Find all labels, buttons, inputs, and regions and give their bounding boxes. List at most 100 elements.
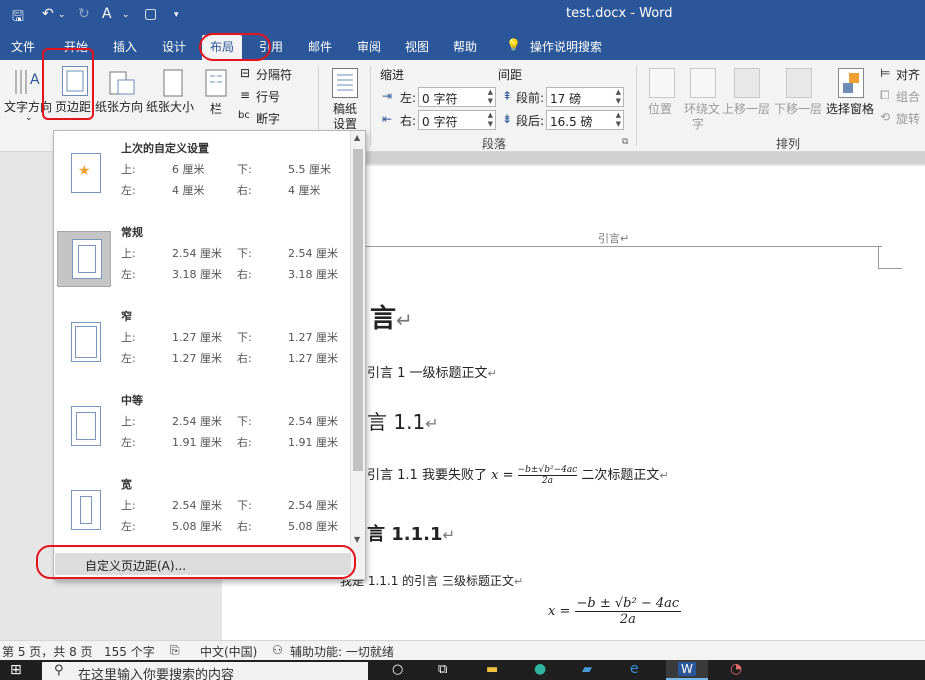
margin-thumbnail-icon bbox=[72, 239, 102, 279]
indent-right-input[interactable]: 0 字符 ▲ ▼ bbox=[418, 110, 496, 130]
ribbon-tabs: 文件 开始 插入 设计 布局 引用 邮件 审阅 视图 帮助 💡 操作说明搜索 bbox=[0, 30, 925, 63]
preset-left-value: 4 厘米 bbox=[172, 184, 205, 197]
annotation-circle-custom-margins bbox=[36, 545, 356, 579]
selection-pane-button[interactable]: 选择窗格 bbox=[826, 100, 874, 117]
cortana-icon[interactable]: ○ bbox=[392, 662, 403, 677]
align-button[interactable]: 对齐 bbox=[896, 66, 920, 83]
spacing-before-input[interactable]: 17 磅 ▲ ▼ bbox=[546, 87, 624, 107]
window-title: test.docx - Word bbox=[566, 6, 673, 21]
spin-arrows-icon[interactable]: ▲ ▼ bbox=[616, 111, 621, 129]
rotate-icon: ⟲ bbox=[880, 110, 891, 124]
edge-icon[interactable]: ● bbox=[534, 661, 546, 677]
preset-name: 上次的自定义设置 bbox=[121, 142, 209, 155]
orientation-icon bbox=[108, 68, 135, 98]
display-formula-eq: = bbox=[559, 604, 571, 619]
file-explorer-icon[interactable]: ▬ bbox=[486, 662, 498, 677]
dropdown-scrollbar[interactable]: ▲ ▼ bbox=[350, 131, 365, 579]
wrap-text-label-line2: 字 bbox=[692, 117, 705, 131]
margin-thumbnail-star-icon: ★ bbox=[71, 153, 101, 193]
spacing-before-label: 段前: bbox=[516, 91, 545, 105]
preset-left-value: 3.18 厘米 bbox=[172, 268, 222, 281]
bring-forward-button: 上移一层 bbox=[722, 102, 771, 116]
heading-2: 言 1.1↵ bbox=[367, 410, 439, 434]
customize-qat-icon[interactable]: ▾ bbox=[174, 10, 179, 20]
preset-right-value: 1.91 厘米 bbox=[288, 436, 338, 449]
undo-icon[interactable]: ↶ bbox=[42, 6, 54, 22]
scroll-up-icon[interactable]: ▲ bbox=[354, 133, 360, 142]
hyphenation-icon: bc bbox=[238, 110, 250, 121]
group-button: 组合 bbox=[896, 90, 921, 104]
indent-left-label: 左: bbox=[400, 91, 417, 105]
tab-file[interactable]: 文件 bbox=[11, 38, 35, 55]
inline-formula-eq: = bbox=[502, 468, 514, 483]
search-icon: ⚲ bbox=[54, 663, 64, 678]
breaks-icon: ⊟ bbox=[240, 66, 251, 80]
format-painter-icon[interactable]: A bbox=[102, 6, 112, 22]
margin-thumbnail-icon bbox=[71, 406, 101, 446]
accessibility-status[interactable]: 辅助功能: 一切就绪 bbox=[290, 643, 394, 660]
taskbar-search-box[interactable]: ⚲ 在这里输入你要搜索的内容 bbox=[42, 662, 368, 680]
accessibility-icon: ⚇ bbox=[272, 643, 283, 657]
columns-label: 栏 bbox=[210, 102, 223, 116]
tab-review[interactable]: 审阅 bbox=[357, 38, 381, 55]
spin-arrows-icon[interactable]: ▲ ▼ bbox=[488, 88, 493, 106]
undo-dropdown-icon[interactable]: ⌄ bbox=[58, 10, 66, 20]
spin-arrows-icon[interactable]: ▲ ▼ bbox=[488, 111, 493, 129]
preset-top-value: 2.54 厘米 bbox=[172, 247, 222, 260]
format-dropdown-icon[interactable]: ⌄ bbox=[122, 10, 130, 20]
word-icon: W bbox=[678, 662, 696, 676]
size-label: 纸张大小 bbox=[146, 100, 195, 114]
preset-top-value: 6 厘米 bbox=[172, 163, 205, 176]
spacing-before-value: 17 磅 bbox=[550, 92, 582, 106]
tab-view[interactable]: 视图 bbox=[405, 38, 429, 55]
header-text: 引言↵ bbox=[598, 232, 630, 245]
tell-me-search[interactable]: 操作说明搜索 bbox=[530, 38, 602, 55]
spacing-after-icon: ⇟ bbox=[502, 112, 513, 126]
preset-right-value: 3.18 厘米 bbox=[288, 268, 338, 281]
ribbon-separator bbox=[636, 66, 637, 146]
save-icon[interactable]: 🖫 bbox=[12, 6, 24, 30]
rotate-button: 旋转 bbox=[896, 112, 921, 126]
preset-right-value: 5.08 厘米 bbox=[288, 520, 338, 533]
tab-design[interactable]: 设计 bbox=[162, 38, 186, 55]
spacing-after-value: 16.5 磅 bbox=[550, 115, 593, 129]
margins-dropdown: ★ 上次的自定义设置 上: 6 厘米 下: 5.5 厘米 左: 4 厘米 右: … bbox=[53, 130, 366, 580]
text-direction-dropdown-icon: ⌄ bbox=[25, 113, 33, 123]
spin-arrows-icon[interactable]: ▲ ▼ bbox=[616, 88, 621, 106]
proofing-icon[interactable]: ⎘ bbox=[170, 643, 180, 658]
indent-right-label: 右: bbox=[400, 114, 417, 128]
scroll-down-icon[interactable]: ▼ bbox=[354, 535, 360, 544]
mail-icon[interactable]: ▰ bbox=[582, 662, 592, 677]
document-title: test.docx bbox=[566, 6, 627, 21]
display-formula: x = −b ± √b² − 4ac 2a bbox=[548, 596, 682, 627]
hyphenation-button[interactable]: 断字 bbox=[256, 110, 280, 127]
breaks-button[interactable]: 分隔符 bbox=[256, 66, 292, 83]
scroll-thumb[interactable] bbox=[353, 149, 363, 471]
group-icon: ⧠ bbox=[880, 88, 890, 102]
preset-top-value: 2.54 厘米 bbox=[172, 415, 222, 428]
spacing-header: 间距 bbox=[498, 68, 523, 82]
tab-insert[interactable]: 插入 bbox=[113, 38, 137, 55]
windows-start-icon[interactable]: ⊞ bbox=[10, 662, 22, 678]
new-document-icon[interactable]: ▢ bbox=[144, 6, 157, 22]
preset-top-value: 1.27 厘米 bbox=[172, 331, 222, 344]
word-count[interactable]: 155 个字 bbox=[104, 643, 155, 660]
indent-left-input[interactable]: 0 字符 ▲ ▼ bbox=[418, 87, 496, 107]
line-numbers-button[interactable]: 行号 bbox=[256, 88, 280, 105]
preset-name: 常规 bbox=[121, 226, 143, 239]
task-view-icon[interactable]: ⧉ bbox=[438, 662, 447, 677]
tab-mailings[interactable]: 邮件 bbox=[308, 38, 332, 55]
tab-help[interactable]: 帮助 bbox=[453, 38, 477, 55]
svg-text:A: A bbox=[30, 72, 40, 88]
paragraph-dialog-launcher-icon[interactable]: ⧉ bbox=[622, 137, 628, 147]
ie-icon[interactable]: e bbox=[630, 661, 639, 677]
header-corner-mark bbox=[878, 246, 879, 268]
word-taskbar-button[interactable]: W bbox=[666, 660, 708, 680]
app-icon[interactable]: ◔ bbox=[730, 661, 742, 677]
preset-bottom-value: 1.27 厘米 bbox=[288, 331, 338, 344]
position-icon bbox=[649, 68, 675, 98]
language-indicator[interactable]: 中文(中国) bbox=[200, 643, 257, 660]
heading-1: 言↵ bbox=[370, 304, 413, 334]
spacing-after-input[interactable]: 16.5 磅 ▲ ▼ bbox=[546, 110, 624, 130]
page-count[interactable]: 第 5 页，共 8 页 bbox=[2, 643, 93, 660]
